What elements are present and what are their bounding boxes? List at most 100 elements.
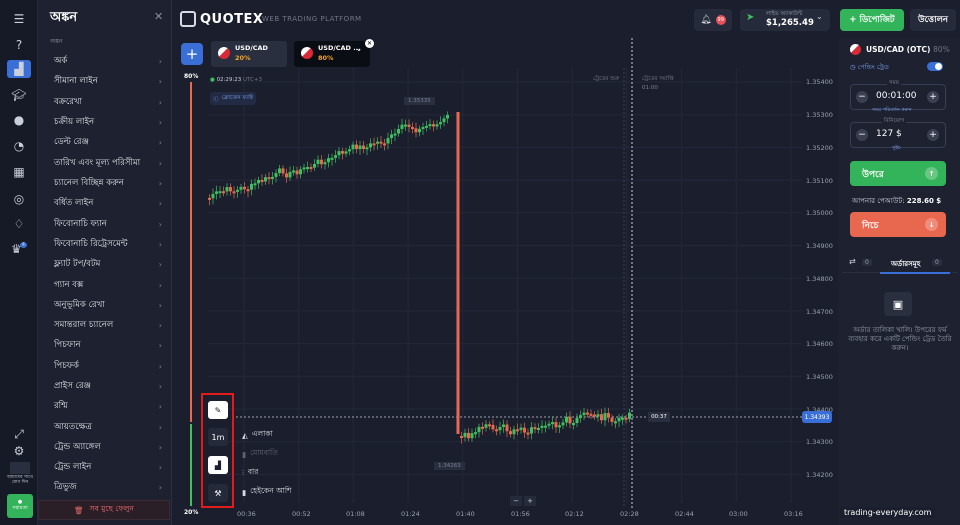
- market-icon[interactable]: ▦: [9, 163, 29, 181]
- education-icon[interactable]: 🎓︎: [9, 86, 29, 104]
- candle: [302, 167, 306, 170]
- chart-type-bars[interactable]: ⫶ বার: [242, 467, 258, 479]
- plus-icon[interactable]: +: [927, 129, 939, 141]
- tournament-icon[interactable]: ♢: [9, 215, 29, 233]
- chevron-right-icon: ›: [158, 117, 162, 127]
- time-tick: 03:00: [729, 510, 748, 518]
- deposit-button[interactable]: + ডিপোজিট: [840, 9, 904, 31]
- amount-value[interactable]: 127 $: [876, 129, 902, 139]
- time-value[interactable]: 00:01:00: [876, 91, 916, 101]
- candle: [425, 125, 428, 128]
- time-hint[interactable]: সময় পরিবর্তন করুন: [872, 107, 912, 115]
- candle: [365, 147, 369, 150]
- menu-icon[interactable]: ☰: [9, 10, 29, 28]
- amount-hint[interactable]: সুইচ: [892, 145, 901, 153]
- tool-item[interactable]: ট্রেন্ড লাইন ›: [54, 458, 162, 476]
- empty-orders-text: অর্ডার তালিকা খালি। উপরের ফর্ম ব্যবহার ক…: [848, 326, 952, 353]
- chart-type-heikin[interactable]: ▮ হেইকেন আশি: [242, 486, 291, 498]
- support-button[interactable]: ● সহায়তা: [7, 494, 33, 518]
- candle: [540, 425, 544, 429]
- pending-toggle[interactable]: [927, 62, 943, 71]
- tool-item[interactable]: ত্রিভুজ ›: [54, 478, 162, 496]
- down-button[interactable]: নিচে ↓: [850, 212, 946, 237]
- candle: [558, 425, 561, 428]
- tool-item[interactable]: অনুভূমিক রেখা ›: [54, 296, 162, 314]
- candle: [537, 428, 540, 431]
- signal-icon[interactable]: ◎: [9, 190, 29, 208]
- candle: [250, 183, 253, 190]
- bell-icon: 🔔︎: [700, 15, 712, 25]
- tool-item[interactable]: ফ্ল্যাট টপ/বটম ›: [54, 255, 162, 273]
- time-tick: 02:12: [565, 510, 584, 518]
- tool-item[interactable]: বক্ররেখা ›: [54, 93, 162, 111]
- candle: [222, 191, 225, 194]
- close-icon[interactable]: ✕: [154, 10, 163, 23]
- chart-type-area[interactable]: ◭ এলাকা: [242, 429, 273, 441]
- tool-item[interactable]: ডেল্ট রেঞ্জ ›: [54, 133, 162, 151]
- minus-icon[interactable]: −: [856, 91, 868, 103]
- heikin-icon: ▮: [242, 487, 247, 497]
- tool-item[interactable]: ট্রেন্ড অ্যাঙ্গেল ›: [54, 438, 162, 456]
- chevron-down-icon[interactable]: ⌄: [816, 12, 823, 21]
- tool-item[interactable]: চক্রীয় লাইন ›: [54, 113, 162, 131]
- chevron-right-icon: ›: [158, 442, 162, 452]
- chart-type-candles[interactable]: ▮ মোমবাতি: [242, 448, 278, 460]
- flag-icon[interactable]: [10, 462, 30, 474]
- candle: [547, 423, 551, 426]
- candle: [561, 422, 565, 426]
- time-tick: 01:40: [456, 510, 475, 518]
- tool-item[interactable]: সীমানা লাইন ›: [54, 72, 162, 90]
- pair-name[interactable]: USD/CAD (OTC) 80%: [866, 45, 950, 54]
- tool-label: পিচফর্ক: [54, 361, 79, 371]
- tool-item[interactable]: তারিখ এবং মূল্য পরিসীমা ›: [54, 154, 162, 172]
- tool-item[interactable]: পিচফান ›: [54, 336, 162, 354]
- tool-item[interactable]: ফিবোনাচি ফ্যান ›: [54, 215, 162, 233]
- tool-item[interactable]: রশ্মি ›: [54, 397, 162, 415]
- asset-tab[interactable]: USD/CAD 20%: [211, 41, 287, 67]
- tool-item[interactable]: পিচফর্ক ›: [54, 357, 162, 375]
- swap-icon[interactable]: ⇄: [849, 257, 856, 266]
- help-icon[interactable]: ?: [9, 36, 29, 54]
- candle: [544, 425, 547, 428]
- settings-icon[interactable]: ⚙: [9, 442, 29, 460]
- profile-icon[interactable]: ●: [9, 111, 29, 129]
- chart-type-label: মোমবাতি: [250, 448, 278, 457]
- candle: [372, 143, 376, 146]
- delete-all-button[interactable]: 🗑︎ সব মুছে ফেলুন: [38, 500, 170, 520]
- candle: [271, 176, 274, 179]
- time-tick: 01:24: [401, 510, 420, 518]
- tool-item[interactable]: বর্ধিত লাইন ›: [54, 194, 162, 212]
- candle: [267, 177, 271, 180]
- tool-item[interactable]: চ্যানেল বিচ্ছিন্ন করুন ›: [54, 174, 162, 192]
- tool-item[interactable]: ফিবোনাচি রিট্রেসমেন্ট ›: [54, 235, 162, 253]
- up-button[interactable]: উপরে ↑: [850, 161, 946, 186]
- tool-item[interactable]: সমান্তরাল চ্যানেল ›: [54, 316, 162, 334]
- asset-tab-active[interactable]: USD/CAD ... 80% ⌄: [294, 41, 370, 67]
- zoom-out-button[interactable]: −: [510, 496, 522, 506]
- add-asset-button[interactable]: +: [181, 43, 203, 65]
- arrow-down-icon: ↓: [925, 218, 938, 231]
- tool-item[interactable]: অর্ক ›: [54, 52, 162, 70]
- plus-icon[interactable]: +: [927, 91, 939, 103]
- zoom-in-button[interactable]: +: [524, 496, 536, 506]
- tool-item[interactable]: প্রাইস রেঞ্জ ›: [54, 377, 162, 395]
- candle: [435, 124, 439, 127]
- minus-icon[interactable]: −: [856, 129, 868, 141]
- tab-orders[interactable]: অর্ডারসমূহ: [891, 258, 920, 270]
- trade-end-label: ট্রেডের সমাপ্তি: [642, 76, 674, 82]
- tool-item[interactable]: গ্যান বক্স ›: [54, 276, 162, 294]
- current-price-badge: 1.34393: [802, 411, 832, 423]
- tool-item[interactable]: আয়তক্ষেত্র ›: [54, 418, 162, 436]
- withdraw-button[interactable]: উত্তোলন: [910, 9, 956, 31]
- trophy-icon[interactable]: ♛ 4: [9, 240, 29, 258]
- tool-label: অর্ক: [54, 56, 68, 66]
- trades-count: 0: [862, 259, 872, 266]
- icon-rail: ☰ ? ▟ 🎓︎ ● ◔ ▦ ◎ ♢ ♛ 4 ⤢ ⚙ আমাদের সাথে যো…: [0, 0, 38, 525]
- ftt-badge[interactable]: ⓘ ফ্রোজেন ফ্যাক্ট: [210, 92, 256, 105]
- fullscreen-icon[interactable]: ⤢: [9, 425, 29, 443]
- chart-icon[interactable]: ▟: [7, 60, 31, 78]
- close-tab-icon[interactable]: ✕: [365, 39, 374, 48]
- chevron-down-icon[interactable]: ⌄: [356, 45, 362, 53]
- analytics-icon[interactable]: ◔: [9, 137, 29, 155]
- notifications-button[interactable]: 🔔︎ 99: [694, 9, 732, 31]
